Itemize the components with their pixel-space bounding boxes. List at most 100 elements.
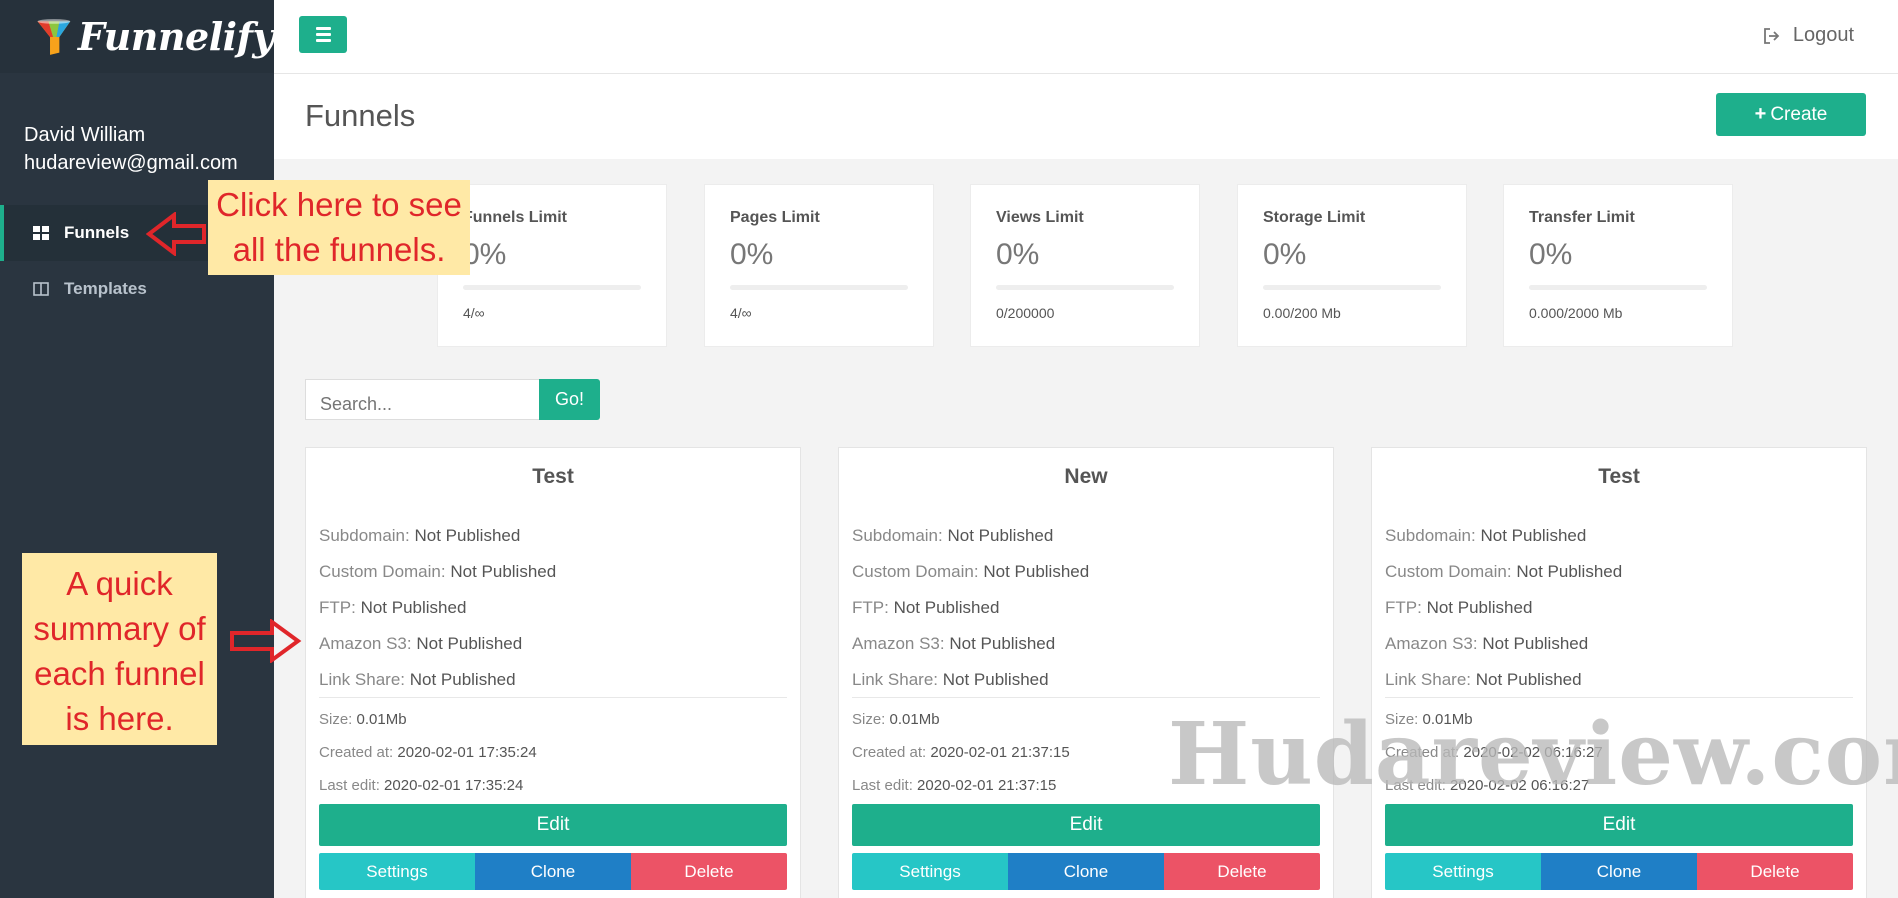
created-value: 2020-02-01 17:35:24 [397,744,537,761]
funnel-title: Test [1598,465,1640,488]
stat-label: Views Limit [996,209,1084,226]
divider [1385,697,1853,698]
subdomain-value: Not Published [947,526,1054,545]
edit-button[interactable]: Edit [1385,804,1853,846]
stat-detail: 0/200000 [996,305,1055,321]
columns-icon [33,282,49,296]
ftp-value: Not Published [360,598,467,617]
funnel-card: Test Subdomain: Not Published Custom Dom… [305,447,801,898]
clone-button[interactable]: Clone [1541,853,1697,890]
amazon-s3-value: Not Published [416,634,523,653]
topbar: Logout [274,0,1898,74]
annotation-note-funnels: Click here to see all the funnels. [208,180,470,275]
ftp-value: Not Published [893,598,1000,617]
user-info: David William hudareview@gmail.com [0,73,274,177]
link-share-value: Not Published [942,670,1049,689]
last-edit-row: Last edit: 2020-02-01 17:35:24 [319,777,524,794]
brand[interactable]: Funnelify [0,0,275,73]
user-name: David William [24,124,146,146]
create-button[interactable]: + Create [1716,93,1866,136]
arrow-left-icon [146,212,206,256]
progress-bar [730,285,908,290]
delete-button[interactable]: Delete [1697,853,1853,890]
custom-domain-value: Not Published [450,562,557,581]
funnel-title: Test [532,465,574,488]
edit-button[interactable]: Edit [852,804,1320,846]
last-edit-value: 2020-02-01 21:37:15 [917,777,1057,794]
hamburger-icon [315,27,331,30]
sidebar-item-label: Templates [64,279,147,298]
grid-icon [33,226,49,240]
stat-percent: 0% [1529,238,1573,271]
settings-button[interactable]: Settings [319,853,475,890]
stat-detail: 0.000/2000 Mb [1529,305,1623,321]
edit-button[interactable]: Edit [319,804,787,846]
funnel-meta: Size: 0.01Mb Created at: 2020-02-01 21:3… [852,703,1070,802]
created-row: Created at: 2020-02-01 17:35:24 [319,744,537,761]
divider [852,697,1320,698]
subdomain-value: Not Published [414,526,521,545]
custom-domain-value: Not Published [1516,562,1623,581]
size-row: Size: 0.01Mb [852,711,940,728]
clone-button[interactable]: Clone [475,853,631,890]
custom-domain-row: Custom Domain: Not Published [319,562,557,581]
stat-percent: 0% [1263,238,1307,271]
size-value: 0.01Mb [356,711,407,728]
stat-detail: 4/∞ [463,305,485,321]
stat-label: Funnels Limit [463,209,567,226]
last-edit-row: Last edit: 2020-02-01 21:37:15 [852,777,1057,794]
funnel-fields: Subdomain: Not Published Custom Domain: … [852,518,1089,698]
ftp-row: FTP: Not Published [852,598,1000,617]
user-email: hudareview@gmail.com [24,152,238,174]
sidebar: Funnelify David William hudareview@gmail… [0,0,275,898]
sidebar-item-label: Funnels [64,223,130,242]
ftp-row: FTP: Not Published [1385,598,1533,617]
custom-domain-row: Custom Domain: Not Published [1385,562,1623,581]
progress-bar [996,285,1174,290]
page-title: Funnels [305,98,416,133]
page-header: Funnels + Create [274,74,1898,159]
subdomain-row: Subdomain: Not Published [319,526,521,545]
settings-button[interactable]: Settings [1385,853,1541,890]
menu-toggle-button[interactable] [299,16,347,53]
link-share-row: Link Share: Not Published [319,670,516,689]
logout-button[interactable]: Logout [1763,24,1854,47]
amazon-s3-row: Amazon S3: Not Published [319,634,523,653]
stat-label: Pages Limit [730,209,820,226]
amazon-s3-row: Amazon S3: Not Published [1385,634,1589,653]
search-input[interactable] [305,379,540,420]
logout-icon [1763,27,1780,44]
funnel-title: New [1064,465,1108,488]
arrow-right-icon [230,619,302,663]
annotation-note-summary: A quick summary of each funnel is here. [22,553,217,745]
progress-bar [1263,285,1441,290]
stat-label: Transfer Limit [1529,209,1635,226]
size-value: 0.01Mb [889,711,940,728]
delete-button[interactable]: Delete [631,853,787,890]
create-label: Create [1770,103,1828,125]
card-actions: Settings Clone Delete [1385,853,1853,890]
created-value: 2020-02-01 21:37:15 [930,744,1070,761]
subdomain-row: Subdomain: Not Published [1385,526,1587,545]
amazon-s3-value: Not Published [949,634,1056,653]
card-actions: Settings Clone Delete [319,853,787,890]
stat-percent: 0% [996,238,1040,271]
link-share-row: Link Share: Not Published [1385,670,1582,689]
clone-button[interactable]: Clone [1008,853,1164,890]
funnel-card: Test Subdomain: Not Published Custom Dom… [1371,447,1867,898]
delete-button[interactable]: Delete [1164,853,1320,890]
funnel-logo-icon [37,18,71,55]
funnel-fields: Subdomain: Not Published Custom Domain: … [319,518,556,698]
subdomain-value: Not Published [1480,526,1587,545]
size-row: Size: 0.01Mb [319,711,407,728]
amazon-s3-row: Amazon S3: Not Published [852,634,1056,653]
link-share-value: Not Published [1475,670,1582,689]
watermark: Hudareview.com [1168,704,1898,805]
search-go-button[interactable]: Go! [539,379,600,420]
card-actions: Settings Clone Delete [852,853,1320,890]
funnel-fields: Subdomain: Not Published Custom Domain: … [1385,518,1622,698]
progress-bar [1529,285,1707,290]
settings-button[interactable]: Settings [852,853,1008,890]
stat-views-limit: Views Limit 0% 0/200000 [970,184,1200,347]
last-edit-value: 2020-02-01 17:35:24 [384,777,524,794]
